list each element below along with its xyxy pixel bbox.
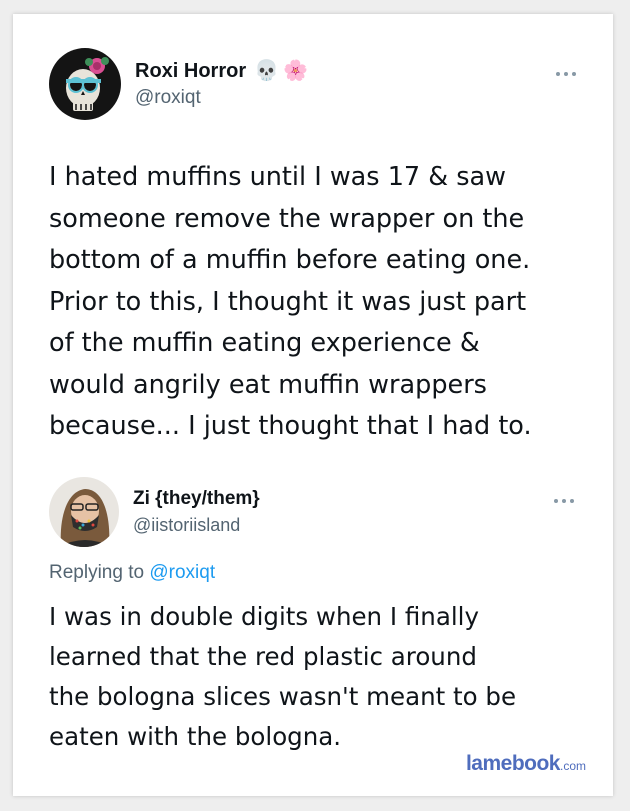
replying-to-link[interactable]: @roxiqt bbox=[149, 562, 215, 583]
more-options-icon[interactable] bbox=[556, 70, 576, 78]
avatar-zi[interactable] bbox=[49, 477, 119, 547]
reply-header: Zi {they/them} @iistoriisland bbox=[49, 477, 260, 547]
watermark-name: lamebook bbox=[465, 752, 561, 775]
tweet-header: Roxi Horror 💀 🌸 @roxiqt bbox=[49, 48, 308, 120]
tweet-card: Roxi Horror 💀 🌸 @roxiqt I hated muffins … bbox=[13, 14, 613, 796]
reply-text: I was in double digits when I finally le… bbox=[49, 602, 517, 751]
watermark-suffix: .com bbox=[559, 759, 586, 773]
lamebook-watermark: lamebook.com bbox=[466, 752, 586, 776]
author-name-text: Roxi Horror bbox=[135, 59, 247, 82]
reply-more-options-icon[interactable] bbox=[554, 497, 574, 505]
author-handle[interactable]: @roxiqt bbox=[135, 87, 308, 109]
replying-to-line: Replying to @roxiqt bbox=[49, 562, 215, 584]
reply-author-info: Zi {they/them} @iistoriisland bbox=[133, 488, 260, 536]
author-name[interactable]: Roxi Horror 💀 🌸 bbox=[135, 60, 308, 83]
replying-to-label: Replying to bbox=[49, 562, 145, 583]
avatar-roxi[interactable] bbox=[49, 48, 121, 120]
skull-emoji-icon: 💀 bbox=[254, 60, 280, 82]
blossom-emoji-icon: 🌸 bbox=[283, 60, 308, 82]
reply-author-name[interactable]: Zi {they/them} bbox=[133, 488, 260, 510]
reply-author-handle[interactable]: @iistoriisland bbox=[133, 515, 260, 536]
tweet-text: I hated muffins until I was 17 & saw som… bbox=[49, 162, 532, 441]
author-info: Roxi Horror 💀 🌸 @roxiqt bbox=[135, 60, 308, 109]
